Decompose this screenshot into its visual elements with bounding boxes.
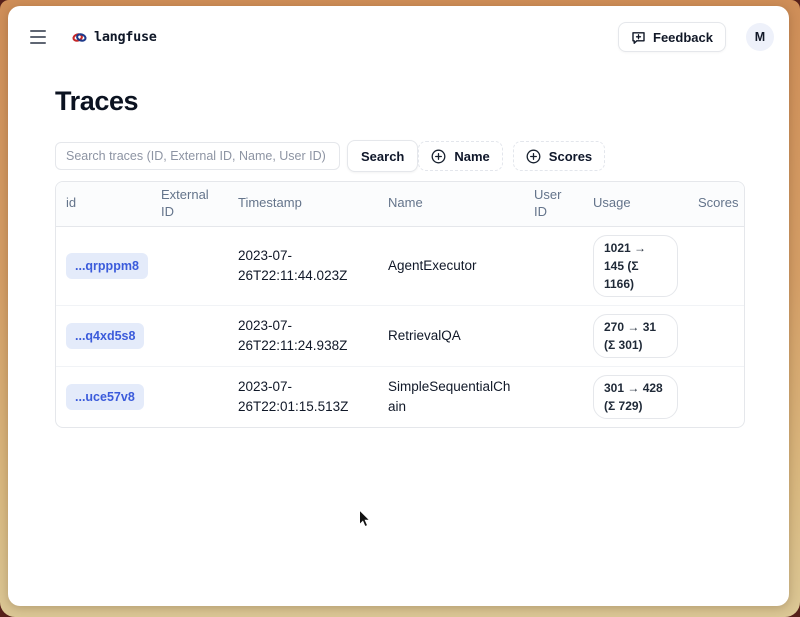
- app-window: langfuse Feedback M Traces Search: [8, 6, 789, 606]
- avatar[interactable]: M: [746, 23, 774, 51]
- search-button[interactable]: Search: [347, 140, 418, 172]
- cell-usage: 1021 → 145 (Σ 1166): [583, 227, 688, 305]
- langfuse-logo: langfuse: [72, 29, 157, 45]
- column-header: Timestamp: [228, 190, 378, 217]
- column-header: External ID: [151, 182, 228, 226]
- wordmark: langfuse: [94, 29, 157, 45]
- cell-timestamp: 2023-07-26T22:11:24.938Z: [228, 308, 378, 363]
- cell-user-id: [524, 389, 583, 405]
- filter-button[interactable]: Scores: [513, 141, 605, 171]
- column-header: User ID: [524, 182, 583, 226]
- column-header: Name: [378, 190, 524, 217]
- cell-id: ...uce57v8: [56, 376, 151, 418]
- knot-logo-icon: [72, 30, 87, 45]
- cell-name: RetrievalQA: [378, 318, 524, 354]
- cell-usage: 301 → 428 (Σ 729): [583, 367, 688, 427]
- table-header-row: idExternal IDTimestampNameUser IDUsageSc…: [56, 182, 744, 227]
- cell-user-id: [524, 258, 583, 274]
- usage-badge: 1021 → 145 (Σ 1166): [593, 235, 678, 297]
- cell-name: AgentExecutor: [378, 248, 524, 284]
- menu-icon[interactable]: [30, 27, 52, 47]
- table-row[interactable]: ...q4xd5s8 2023-07-26T22:11:24.938Z Retr…: [56, 305, 744, 366]
- table-row[interactable]: ...qrpppm8 2023-07-26T22:11:44.023Z Agen…: [56, 227, 744, 305]
- cell-user-id: [524, 328, 583, 344]
- feedback-label: Feedback: [653, 30, 713, 45]
- trace-id-link[interactable]: ...qrpppm8: [66, 253, 148, 279]
- feedback-bubble-icon: [631, 30, 646, 45]
- filter-label: Name: [454, 149, 489, 164]
- cell-external-id: [151, 389, 228, 405]
- column-header: Usage: [583, 190, 688, 217]
- filter-label: Scores: [549, 149, 592, 164]
- trace-id-link[interactable]: ...q4xd5s8: [66, 323, 144, 349]
- plus-circle-icon: [526, 149, 541, 164]
- cell-external-id: [151, 258, 228, 274]
- filter-button[interactable]: Name: [418, 141, 502, 171]
- trace-id-link[interactable]: ...uce57v8: [66, 384, 144, 410]
- main-content: Traces Search Name Scores idExternal IDT…: [8, 86, 789, 428]
- table-row[interactable]: ...uce57v8 2023-07-26T22:01:15.513Z Simp…: [56, 366, 744, 427]
- screenshot-stage: langfuse Feedback M Traces Search: [0, 0, 800, 617]
- table-body: ...qrpppm8 2023-07-26T22:11:44.023Z Agen…: [56, 227, 744, 427]
- topbar: langfuse Feedback M: [8, 6, 789, 52]
- column-header: Scores: [688, 190, 745, 217]
- cell-scores: [688, 328, 744, 344]
- traces-table: idExternal IDTimestampNameUser IDUsageSc…: [55, 181, 745, 428]
- usage-badge: 301 → 428 (Σ 729): [593, 375, 678, 419]
- cell-usage: 270 → 31 (Σ 301): [583, 306, 688, 366]
- cell-name: SimpleSequentialChain: [378, 369, 524, 424]
- cell-scores: [688, 258, 744, 274]
- cell-id: ...q4xd5s8: [56, 315, 151, 357]
- usage-badge: 270 → 31 (Σ 301): [593, 314, 678, 358]
- column-header: id: [56, 190, 151, 217]
- cell-scores: [688, 389, 744, 405]
- search-input[interactable]: [55, 142, 340, 170]
- avatar-initial: M: [755, 30, 765, 44]
- page-title: Traces: [55, 86, 745, 117]
- cell-timestamp: 2023-07-26T22:01:15.513Z: [228, 369, 378, 424]
- cell-id: ...qrpppm8: [56, 245, 151, 287]
- cell-timestamp: 2023-07-26T22:11:44.023Z: [228, 238, 378, 293]
- plus-circle-icon: [431, 149, 446, 164]
- traces-toolbar: Search Name Scores: [55, 140, 745, 172]
- cell-external-id: [151, 328, 228, 344]
- feedback-button[interactable]: Feedback: [618, 22, 726, 52]
